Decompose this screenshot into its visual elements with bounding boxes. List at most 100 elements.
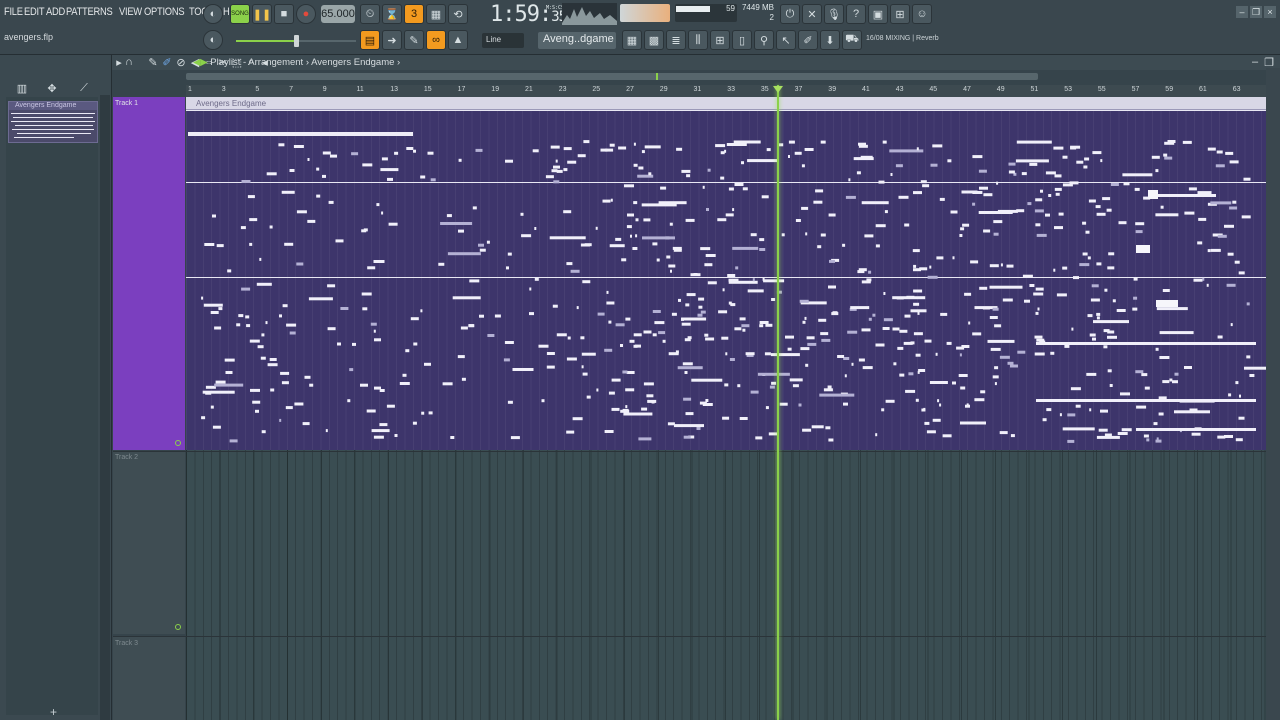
- ruler-tick-label: 7: [289, 86, 293, 93]
- chat-icon[interactable]: ☺: [912, 4, 932, 24]
- save-icon[interactable]: ▣: [868, 4, 888, 24]
- piano-roll-icon[interactable]: ⊞: [710, 30, 730, 50]
- track-header-2[interactable]: Track 2: [113, 451, 185, 634]
- pencil-tool-icon[interactable]: ✎: [404, 30, 424, 50]
- picker-panel: ▥ ✥ ⟋ Avengers Endgame +: [0, 55, 112, 720]
- midi-icon[interactable]: ⊞: [890, 4, 910, 24]
- track-mute-led[interactable]: [175, 624, 181, 630]
- mixer-icon[interactable]: ⫼: [688, 30, 708, 50]
- pattern-grid-icon[interactable]: ▩: [644, 30, 664, 50]
- volume-level-meter: [620, 4, 670, 22]
- stamp-icon[interactable]: ▲: [448, 30, 468, 50]
- add-icon[interactable]: +: [50, 705, 57, 719]
- feather-icon[interactable]: ✐: [798, 30, 818, 50]
- menu-patterns[interactable]: PATTERNS: [66, 6, 113, 18]
- pattern-clip[interactable]: Avengers Endgame: [186, 97, 1266, 450]
- browser-icon[interactable]: ▯: [732, 30, 752, 50]
- horizontal-scrollbar[interactable]: [186, 73, 1038, 80]
- cursor-icon[interactable]: ↖: [776, 30, 796, 50]
- vertical-scrollbar[interactable]: [1266, 68, 1280, 720]
- menu-options[interactable]: OPTIONS: [144, 6, 185, 18]
- ruler-tick-label: 45: [929, 86, 938, 93]
- snap-select[interactable]: Line: [482, 33, 524, 48]
- menu-file[interactable]: FILE: [4, 6, 23, 18]
- playlist-grid[interactable]: Avengers Endgame: [186, 97, 1266, 720]
- playhead-marker[interactable]: [773, 86, 783, 93]
- ruler-tick-label: 47: [963, 86, 971, 93]
- stop-button[interactable]: ■: [274, 4, 294, 24]
- ruler-tick-label: 23: [558, 86, 567, 93]
- ruler-tick-label: 21: [525, 86, 533, 93]
- master-pitch-knob[interactable]: ◐: [203, 30, 223, 50]
- tempo-display[interactable]: 65.000: [321, 5, 355, 23]
- playlist-icon[interactable]: ▤: [360, 30, 380, 50]
- play-button[interactable]: ❚❚: [252, 4, 272, 24]
- ruler-tick-label: 3: [221, 86, 226, 93]
- ruler-tick-label: 49: [996, 86, 1005, 93]
- breadcrumb-child[interactable]: Avengers Endgame: [311, 57, 394, 68]
- playhead[interactable]: [777, 85, 779, 720]
- step-edit-icon[interactable]: ▦: [426, 4, 446, 24]
- song-mode-toggle[interactable]: SONG: [230, 4, 250, 24]
- loop-record-icon[interactable]: ⟲: [448, 4, 468, 24]
- ruler-tick-label: 57: [1131, 86, 1140, 93]
- channel-rack-icon[interactable]: ≣: [666, 30, 686, 50]
- breadcrumb: ◀▶ Playlist - Arrangement › Avengers End…: [193, 57, 401, 68]
- breadcrumb-arrow-icon[interactable]: ◀▶: [193, 57, 210, 68]
- timeline-ruler[interactable]: 1 3 5 7 9 11 13 15 17 19 21 23 25 27 29 31 33 35 37 39 41 43 4…: [186, 85, 1266, 97]
- new-pattern-icon[interactable]: ▦: [622, 30, 642, 50]
- ruler-tick-label: 61: [1199, 86, 1207, 93]
- link-icon[interactable]: ∞: [426, 30, 446, 50]
- track-header-3[interactable]: Track 3: [113, 637, 185, 720]
- power-icon[interactable]: ⏻: [780, 4, 800, 24]
- help-icon[interactable]: ?: [846, 4, 866, 24]
- paint-icon[interactable]: ✐: [160, 55, 174, 69]
- picker-pattern-icon[interactable]: ▥: [14, 81, 30, 95]
- microphone-icon[interactable]: 🎙: [824, 4, 844, 24]
- ruler-tick-label: 51: [1030, 86, 1039, 93]
- clip-note-preview: [186, 110, 1266, 443]
- pattern-selector[interactable]: Aveng..dgame: [538, 32, 616, 49]
- download-icon[interactable]: ⬇: [820, 30, 840, 50]
- ruler-tick-label: 55: [1097, 86, 1106, 93]
- project-filename: avengers.flp: [4, 32, 54, 42]
- toolbar: FILE EDIT ADD PATTERNS VIEW OPTIONS TOOL…: [0, 0, 1280, 55]
- restore-icon[interactable]: ❐: [1250, 6, 1262, 18]
- playlist-minimize-icon[interactable]: –: [1248, 55, 1262, 69]
- wait-for-input-icon[interactable]: ⌛: [382, 4, 402, 24]
- main-volume-slider[interactable]: [236, 35, 356, 47]
- magnet-icon[interactable]: ∩: [122, 55, 136, 69]
- clip-title: Avengers Endgame: [186, 97, 1266, 110]
- ruler-tick-label: 33: [727, 86, 735, 93]
- breadcrumb-root[interactable]: Playlist - Arrangement: [210, 57, 303, 68]
- ruler-tick-label: 63: [1232, 86, 1241, 93]
- ruler-tick-label: 39: [828, 86, 837, 93]
- tools-icon[interactable]: ✕: [802, 4, 822, 24]
- arrow-tool-icon[interactable]: ➜: [382, 30, 402, 50]
- picker-curve-icon[interactable]: ⟋: [76, 81, 92, 95]
- ruler-tick-label: 9: [322, 86, 327, 93]
- menu-edit[interactable]: EDIT: [24, 6, 45, 18]
- picker-clip[interactable]: Avengers Endgame: [8, 101, 98, 143]
- menu-view[interactable]: VIEW: [119, 6, 142, 18]
- close-icon[interactable]: ×: [1264, 6, 1276, 18]
- delete-icon[interactable]: ⊘: [174, 55, 188, 69]
- picker-move-icon[interactable]: ✥: [44, 81, 60, 95]
- cart-icon[interactable]: ⛟: [842, 30, 862, 50]
- countdown-icon[interactable]: 3: [404, 4, 424, 24]
- track-header-1[interactable]: Track 1: [113, 97, 185, 450]
- track-headers: Track 1 Track 2 Track 3: [113, 97, 185, 720]
- record-button[interactable]: ●: [296, 4, 316, 24]
- ruler-tick-label: 13: [390, 86, 398, 93]
- track-mute-led[interactable]: [175, 440, 181, 446]
- metronome-icon[interactable]: ⏲: [360, 4, 380, 24]
- draw-icon[interactable]: ✎: [146, 55, 160, 69]
- minimize-icon[interactable]: –: [1236, 6, 1248, 18]
- plugin-icon[interactable]: ⚲: [754, 30, 774, 50]
- ruler-tick-label: 59: [1165, 86, 1174, 93]
- menu-add[interactable]: ADD: [46, 6, 65, 18]
- master-volume-knob[interactable]: ◐: [203, 4, 223, 24]
- playlist-maximize-icon[interactable]: ❐: [1262, 55, 1276, 69]
- ruler-tick-label: 25: [592, 86, 601, 93]
- time-display[interactable]: 1:59:35 M:S:CS: [490, 2, 567, 27]
